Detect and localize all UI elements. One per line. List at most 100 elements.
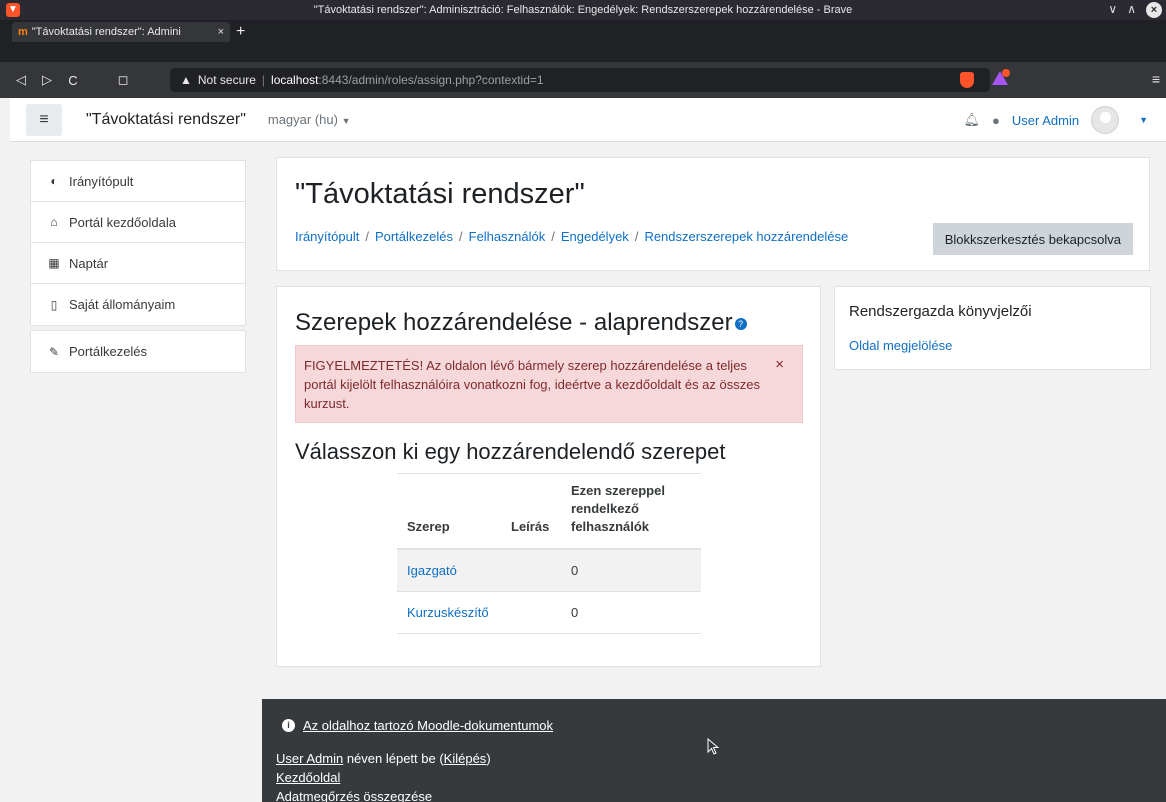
notification-bell-icon[interactable]: 🔔︎	[964, 112, 981, 128]
moodle-favicon-icon: m	[18, 26, 28, 38]
role-link-manager[interactable]: Igazgató	[407, 563, 457, 578]
site-name[interactable]: "Távoktatási rendszer"	[86, 111, 246, 129]
browser-toolbar: ◁ ▷ C ◻ ▲ Not secure | localhost :8443/a…	[0, 62, 1166, 98]
block-title: Rendszergazda könyvjelzői	[849, 303, 1032, 320]
alert-text: FIGYELMEZTETÉS! Az oldalon lévő bármely …	[304, 358, 760, 411]
col-header-description: Leírás	[501, 473, 561, 550]
window-title: "Távoktatási rendszer": Adminisztráció: …	[313, 4, 853, 16]
sidebar-item-dashboard[interactable]: ◐ Irányítópult	[31, 161, 245, 202]
address-divider: |	[261, 73, 266, 87]
moodle-navbar: ≡ "Távoktatási rendszer" magyar (hu) ▼ 🔔…	[10, 98, 1166, 142]
nav-group-admin: ✎ Portálkezelés	[30, 330, 246, 373]
address-host: localhost	[271, 73, 319, 87]
data-retention-link[interactable]: Adatmegőrzés összegzése	[276, 789, 432, 802]
docs-link-row: i Az oldalhoz tartozó Moodle-dokumentumo…	[282, 718, 553, 733]
address-path: :8443/admin/roles/assign.php?contextid=1	[318, 73, 544, 87]
footer-home-row: Kezdőoldal	[276, 770, 340, 785]
blocks-editing-button[interactable]: Blokkszerkesztés bekapcsolva	[932, 223, 1133, 255]
tab-close-icon[interactable]: ×	[218, 26, 224, 38]
not-secure-label: Not secure	[197, 73, 256, 87]
home-icon: ⌂	[50, 215, 58, 229]
address-bar[interactable]: ▲ Not secure | localhost :8443/admin/rol…	[170, 68, 990, 92]
browser-tab[interactable]: m "Távoktatási rendszer": Admini ×	[12, 22, 230, 42]
table-row: Kurzuskészítő 0	[397, 591, 701, 634]
back-icon[interactable]: ◁	[8, 72, 34, 88]
table-row: Igazgató 0	[397, 549, 701, 592]
breadcrumb-divider: /	[365, 229, 369, 244]
breadcrumb-users[interactable]: Felhasználók	[469, 229, 546, 244]
language-caret-icon: ▼	[341, 116, 351, 126]
brave-shield-icon[interactable]	[960, 72, 974, 88]
sidebar-item-calendar[interactable]: ▦ Naptár	[31, 243, 245, 284]
breadcrumb-divider: /	[459, 229, 463, 244]
breadcrumb-divider: /	[551, 229, 555, 244]
roles-table: Szerep Leírás Ezen szereppel rendelkező …	[397, 473, 701, 634]
admin-bookmarks-block: Rendszergazda könyvjelzői Oldal megjelöl…	[834, 286, 1151, 370]
forward-icon[interactable]: ▷	[34, 72, 60, 88]
col-header-users: Ezen szereppel rendelkező felhasználók	[561, 473, 701, 550]
role-cell: Kurzuskészítő	[397, 591, 501, 634]
role-select-heading: Válasszon ki egy hozzárendelendő szerepe…	[295, 439, 726, 464]
section-heading: Szerepek hozzárendelése - alaprendszer?	[295, 309, 747, 337]
nav-drawer: ◐ Irányítópult ⌂ Portál kezdőoldala ▦ Na…	[10, 142, 262, 802]
calendar-icon: ▦	[48, 256, 60, 270]
breadcrumb-divider: /	[634, 229, 639, 244]
col-header-role: Szerep	[397, 473, 501, 550]
moodle-docs-link[interactable]: Az oldalhoz tartozó Moodle-dokumentumok	[303, 718, 553, 733]
tab-title: "Távoktatási rendszer": Admini	[31, 26, 181, 38]
sidebar-item-label: Portál kezdőoldala	[69, 214, 176, 230]
info-icon: i	[282, 719, 295, 732]
description-cell	[501, 591, 561, 634]
table-header-row: Szerep Leírás Ezen szereppel rendelkező …	[397, 473, 701, 550]
sidebar-item-label: Naptár	[69, 255, 109, 271]
sidebar-item-label: Saját állományaim	[69, 297, 176, 312]
footer-retention-row: Adatmegőrzés összegzése	[276, 789, 432, 802]
alert-close-icon[interactable]: ×	[775, 355, 784, 374]
sidebar-item-label: Portálkezelés	[69, 344, 148, 359]
breadcrumb-assign-roles[interactable]: Rendszerszerepek hozzárendelése	[644, 229, 848, 244]
description-cell	[501, 549, 561, 592]
avatar[interactable]	[1091, 106, 1120, 134]
browser-menu-icon[interactable]: ≡	[1152, 71, 1160, 87]
page-header: "Távoktatási rendszer" Irányítópult / Port…	[276, 157, 1150, 271]
user-menu-caret-icon[interactable]: ▼	[1139, 115, 1148, 125]
drawer-toggle-button[interactable]: ≡	[26, 103, 62, 136]
reload-icon[interactable]: C	[60, 73, 86, 88]
minimize-icon[interactable]: ∨	[1108, 2, 1117, 18]
breadcrumb-site-admin[interactable]: Portálkezelés	[375, 229, 453, 244]
help-icon[interactable]: ?	[734, 317, 747, 330]
bookmark-icon[interactable]: ◻	[110, 72, 136, 88]
footer-home-link[interactable]: Kezdőoldal	[276, 770, 340, 785]
count-cell: 0	[561, 591, 701, 634]
new-tab-icon[interactable]: +	[236, 23, 245, 41]
count-cell: 0	[561, 549, 701, 592]
close-window-icon[interactable]: ×	[1146, 2, 1162, 18]
sidebar-item-label: Irányítópult	[69, 173, 134, 189]
window-titlebar: ▼ "Távoktatási rendszer": Adminisztráció…	[0, 0, 1166, 20]
user-name[interactable]: User Admin	[1012, 113, 1079, 128]
breadcrumb-permissions[interactable]: Engedélyek	[561, 229, 629, 244]
brave-rewards-icon[interactable]	[992, 69, 1010, 87]
language-menu[interactable]: magyar (hu) ▼	[268, 112, 351, 127]
logged-in-end: )	[486, 751, 491, 766]
warning-alert: FIGYELMEZTETÉS! Az oldalon lévő bármely …	[295, 345, 803, 423]
sidebar-item-private-files[interactable]: ▯ Saját állományaim	[31, 284, 245, 325]
role-link-coursecreator[interactable]: Kurzuskészítő	[407, 605, 489, 620]
sidebar-item-site-admin[interactable]: ✎ Portálkezelés	[31, 331, 245, 372]
main-region: Szerepek hozzárendelése - alaprendszer? …	[276, 286, 821, 667]
role-cell: Igazgató	[397, 549, 501, 592]
user-nav: 🔔︎ ● User Admin ▼	[964, 98, 1148, 142]
footer-user-link[interactable]: User Admin	[276, 751, 343, 766]
language-label: magyar (hu)	[267, 112, 338, 127]
breadcrumb: Irányítópult / Portálkezelés / Felhasználók /…	[295, 229, 848, 244]
message-icon[interactable]: ●	[992, 113, 1000, 128]
logged-in-info: User Admin néven lépett be (Kilépés)	[276, 751, 491, 766]
maximize-icon[interactable]: ∧	[1127, 2, 1136, 18]
window-controls: ∨ ∧ ×	[1108, 2, 1162, 18]
logout-link[interactable]: Kilépés	[444, 751, 487, 766]
breadcrumb-dashboard[interactable]: Irányítópult	[295, 229, 359, 244]
page-title: "Távoktatási rendszer"	[295, 178, 585, 210]
sidebar-item-site-home[interactable]: ⌂ Portál kezdőoldala	[31, 202, 245, 243]
bookmark-page-link[interactable]: Oldal megjelölése	[849, 338, 952, 353]
dashboard-icon: ◐	[50, 174, 58, 188]
